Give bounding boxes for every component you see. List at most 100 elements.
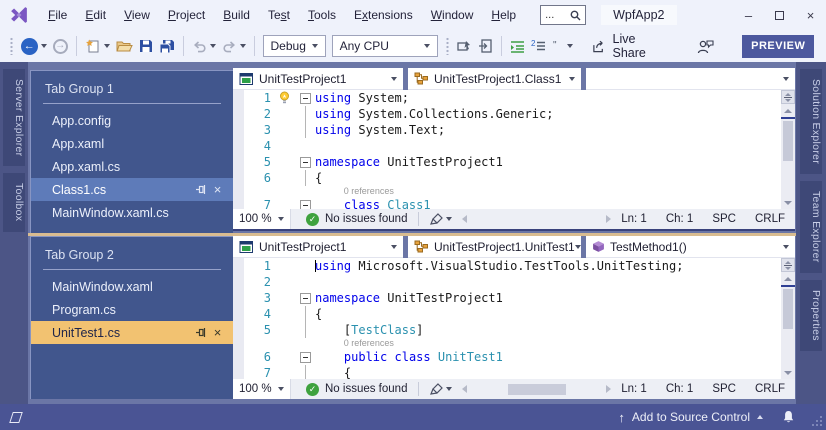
menu-item-file[interactable]: File xyxy=(39,0,76,30)
close-button[interactable]: × xyxy=(795,0,826,30)
scrollbar-thumb[interactable] xyxy=(783,289,793,329)
scroll-right-arrow[interactable] xyxy=(606,385,611,393)
pin-icon[interactable] xyxy=(192,327,209,338)
splitter-handle[interactable] xyxy=(781,258,795,272)
file-tab-mainwindow.xaml.cs[interactable]: MainWindow.xaml.cs× xyxy=(31,201,233,224)
file-tab-mainwindow.xaml[interactable]: MainWindow.xaml× xyxy=(31,275,233,298)
navigate-forward-button[interactable]: → xyxy=(50,34,71,58)
quote-button[interactable]: " xyxy=(549,34,576,58)
toolbar-grip[interactable] xyxy=(9,37,14,55)
live-share-button[interactable]: Live Share xyxy=(592,32,669,60)
nav-dropdown-project[interactable]: UnitTestProject1 xyxy=(233,236,403,258)
comment-button[interactable]: 2 xyxy=(528,34,549,58)
code-area[interactable]: 1using Microsoft.VisualStudio.TestTools.… xyxy=(233,258,795,379)
issues-message[interactable]: No issues found xyxy=(325,213,407,225)
menu-item-window[interactable]: Window xyxy=(422,0,483,30)
resize-grip-icon[interactable] xyxy=(811,415,823,427)
scroll-left-arrow[interactable] xyxy=(462,215,467,223)
minimize-button[interactable]: – xyxy=(733,0,764,30)
nav-dropdown-member[interactable]: TestMethod1() xyxy=(586,236,795,258)
sidebar-tab-solution-explorer[interactable]: Solution Explorer xyxy=(800,69,822,174)
outlining-margin[interactable] xyxy=(295,170,315,186)
save-button[interactable] xyxy=(136,34,156,58)
maximize-button[interactable] xyxy=(764,0,795,30)
format-document-button[interactable] xyxy=(430,213,443,226)
undo-button[interactable] xyxy=(189,34,219,58)
nav-dropdown-type[interactable]: UnitTestProject1.UnitTest1 xyxy=(408,236,581,258)
sidebar-tab-server-explorer[interactable]: Server Explorer xyxy=(3,69,25,166)
file-tab-app.xaml.cs[interactable]: App.xaml.cs× xyxy=(31,155,233,178)
menu-item-view[interactable]: View xyxy=(115,0,159,30)
outlining-margin[interactable] xyxy=(295,106,315,122)
nav-dropdown-project[interactable]: UnitTestProject1 xyxy=(233,68,403,90)
collapse-icon[interactable] xyxy=(300,157,311,168)
outlining-margin[interactable] xyxy=(295,154,315,170)
redo-button[interactable] xyxy=(219,34,249,58)
outlining-margin[interactable] xyxy=(295,306,315,322)
vertical-scrollbar[interactable] xyxy=(781,258,795,379)
outlining-margin[interactable] xyxy=(295,122,315,138)
file-tab-class1.cs[interactable]: Class1.cs× xyxy=(31,178,233,201)
menu-item-extensions[interactable]: Extensions xyxy=(345,0,422,30)
format-document-button[interactable] xyxy=(430,383,443,396)
vertical-scrollbar[interactable] xyxy=(781,90,795,209)
file-tab-app.xaml[interactable]: App.xaml× xyxy=(31,132,233,155)
add-to-source-control-button[interactable]: ↑ Add to Source Control xyxy=(618,410,763,425)
code-area[interactable]: 1using System;2using System.Collections.… xyxy=(233,90,795,209)
outlining-margin[interactable] xyxy=(295,274,315,290)
file-tab-unittest1.cs[interactable]: UnitTest1.cs× xyxy=(31,321,233,344)
notifications-button[interactable] xyxy=(782,410,795,424)
sidebar-tab-properties[interactable]: Properties xyxy=(800,280,822,351)
scroll-right-arrow[interactable] xyxy=(606,215,611,223)
platform-dropdown[interactable]: Any CPU xyxy=(332,35,438,57)
outlining-margin[interactable] xyxy=(295,322,315,338)
sidebar-tab-toolbox[interactable]: Toolbox xyxy=(3,173,25,231)
outlining-margin[interactable] xyxy=(295,365,315,379)
outlining-margin[interactable] xyxy=(295,258,315,274)
outlining-margin[interactable] xyxy=(295,349,315,365)
file-tab-program.cs[interactable]: Program.cs× xyxy=(31,298,233,321)
code-references-label[interactable]: 0 references xyxy=(233,338,781,349)
collapse-icon[interactable] xyxy=(300,293,311,304)
menu-item-tools[interactable]: Tools xyxy=(299,0,345,30)
outlining-margin[interactable] xyxy=(295,138,315,154)
save-all-button[interactable] xyxy=(156,34,178,58)
outlining-margin[interactable] xyxy=(295,90,315,106)
scroll-up-arrow[interactable] xyxy=(784,277,792,281)
send-feedback-button[interactable] xyxy=(694,34,717,58)
collapse-icon[interactable] xyxy=(300,200,311,210)
close-icon[interactable]: × xyxy=(209,182,226,197)
zoom-dropdown[interactable]: 100 % xyxy=(233,379,291,399)
outlining-margin[interactable] xyxy=(295,197,315,209)
document-outline-button[interactable] xyxy=(475,34,496,58)
code-references-label[interactable]: 0 references xyxy=(233,186,781,197)
scroll-left-arrow[interactable] xyxy=(462,385,467,393)
outlining-margin[interactable] xyxy=(295,290,315,306)
issues-message[interactable]: No issues found xyxy=(325,383,407,395)
collapse-icon[interactable] xyxy=(300,352,311,363)
menu-item-test[interactable]: Test xyxy=(259,0,299,30)
scroll-up-arrow[interactable] xyxy=(784,109,792,113)
nav-dropdown-member[interactable] xyxy=(586,68,795,90)
menu-item-help[interactable]: Help xyxy=(482,0,525,30)
menu-item-edit[interactable]: Edit xyxy=(76,0,115,30)
search-box[interactable]: ... xyxy=(540,5,586,25)
sidebar-tab-team-explorer[interactable]: Team Explorer xyxy=(800,181,822,273)
open-file-button[interactable] xyxy=(113,34,136,58)
splitter-handle[interactable] xyxy=(781,90,795,104)
navigate-back-button[interactable]: ← xyxy=(18,34,50,58)
close-icon[interactable]: × xyxy=(209,325,226,340)
collapse-icon[interactable] xyxy=(300,93,311,104)
preview-button[interactable]: PREVIEW xyxy=(742,35,814,58)
scroll-down-arrow[interactable] xyxy=(784,371,792,375)
new-item-button[interactable] xyxy=(82,34,113,58)
toolbar-grip[interactable] xyxy=(445,37,450,55)
scrollbar-thumb[interactable] xyxy=(783,121,793,161)
scroll-down-arrow[interactable] xyxy=(784,201,792,205)
pin-icon[interactable] xyxy=(192,184,209,195)
nav-dropdown-type[interactable]: UnitTestProject1.Class1 xyxy=(408,68,581,90)
menu-item-build[interactable]: Build xyxy=(214,0,259,30)
menu-item-project[interactable]: Project xyxy=(159,0,214,30)
indent-button[interactable] xyxy=(507,34,528,58)
configuration-dropdown[interactable]: Debug xyxy=(263,35,326,57)
